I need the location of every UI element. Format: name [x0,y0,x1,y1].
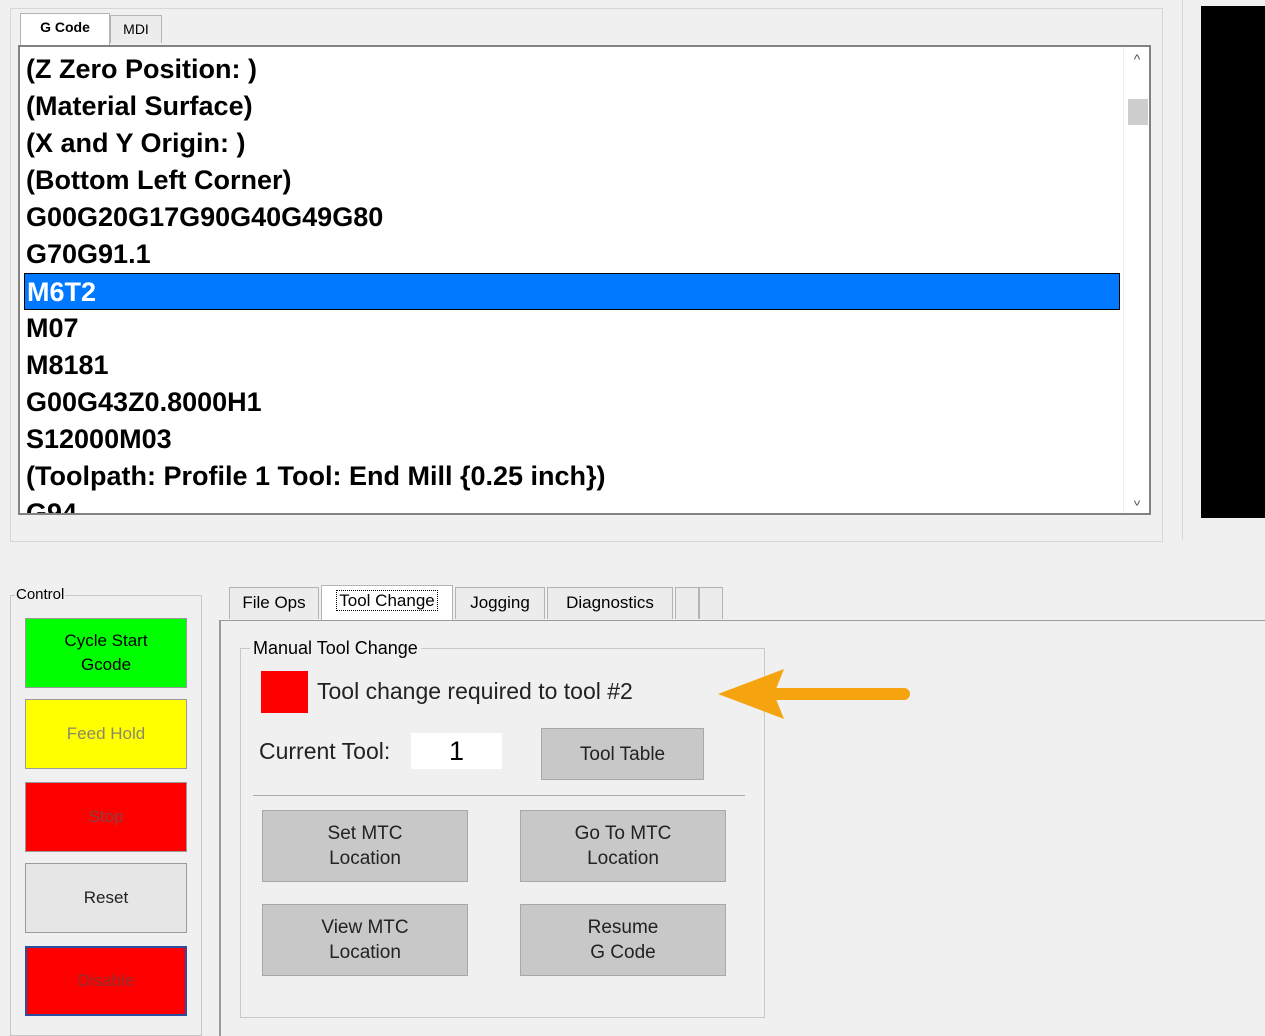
current-tool-label: Current Tool: [259,738,391,764]
resume-g-code-button[interactable]: Resume G Code [520,904,726,976]
gcode-line[interactable]: G70G91.1 [24,236,1120,273]
view-mtc-location-button[interactable]: View MTC Location [262,904,468,976]
disable-button[interactable]: Disable [25,946,187,1016]
feed-hold-button[interactable]: Feed Hold [25,699,187,769]
toolpath-viewer[interactable] [1201,6,1265,518]
gcode-line[interactable]: S12000M03 [24,421,1120,458]
set-mtc-location-button[interactable]: Set MTC Location [262,810,468,882]
divider [253,795,745,796]
stop-button[interactable]: Stop [25,782,187,852]
tab-diagnostics[interactable]: Diagnostics [547,587,673,619]
gcode-listbox[interactable]: (Z Zero Position: ) (Material Surface) (X … [18,45,1151,515]
reset-button[interactable]: Reset [25,863,187,933]
manual-tool-change-legend: Manual Tool Change [250,638,421,659]
control-legend: Control [15,586,66,603]
tab-tool-change-label: Tool Change [336,590,438,611]
gcode-line[interactable]: (Material Surface) [24,88,1120,125]
gcode-line[interactable]: (Toolpath: Profile 1 Tool: End Mill {0.2… [24,458,1120,495]
tool-change-status-indicator [261,671,308,713]
tool-change-message: Tool change required to tool #2 [317,678,633,704]
tab-file-ops[interactable]: File Ops [229,587,319,619]
gcode-line[interactable]: (Z Zero Position: ) [24,51,1120,88]
cycle-start-button[interactable]: Cycle Start Gcode [25,618,187,688]
gcode-line[interactable]: (Bottom Left Corner) [24,162,1120,199]
go-to-mtc-location-button[interactable]: Go To MTC Location [520,810,726,882]
viewer-panel [1182,0,1265,540]
gcode-line[interactable]: M6T2 [24,273,1120,310]
tab-unlabeled-2[interactable] [699,587,723,619]
scrollbar-thumb[interactable] [1128,99,1148,125]
chevron-up-icon[interactable]: ^ [1124,51,1149,67]
gcode-panel: G Code MDI (Z Zero Position: ) (Material … [10,8,1163,542]
current-tool-value: 1 [411,733,502,769]
tab-gcode[interactable]: G Code [20,13,110,45]
chevron-down-icon[interactable]: ^ [1124,493,1149,509]
tab-mdi[interactable]: MDI [110,15,162,43]
tool-table-button[interactable]: Tool Table [541,728,704,780]
gcode-line[interactable]: M8181 [24,347,1120,384]
tab-unlabeled-1[interactable] [675,587,699,619]
gcode-line[interactable]: G00G20G17G90G40G49G80 [24,199,1120,236]
tab-jogging[interactable]: Jogging [455,587,545,619]
control-group: Cycle Start Gcode Feed Hold Stop Reset D… [10,595,202,1036]
gcode-line[interactable]: G94 [24,495,1120,513]
gcode-line[interactable]: G00G43Z0.8000H1 [24,384,1120,421]
gcode-lines: (Z Zero Position: ) (Material Surface) (X … [24,51,1120,513]
gcode-scrollbar[interactable]: ^ ^ [1123,47,1149,513]
gcode-line[interactable]: M07 [24,310,1120,347]
tab-tool-change[interactable]: Tool Change [321,585,453,621]
annotation-arrow-icon [718,669,910,719]
gcode-line[interactable]: (X and Y Origin: ) [24,125,1120,162]
